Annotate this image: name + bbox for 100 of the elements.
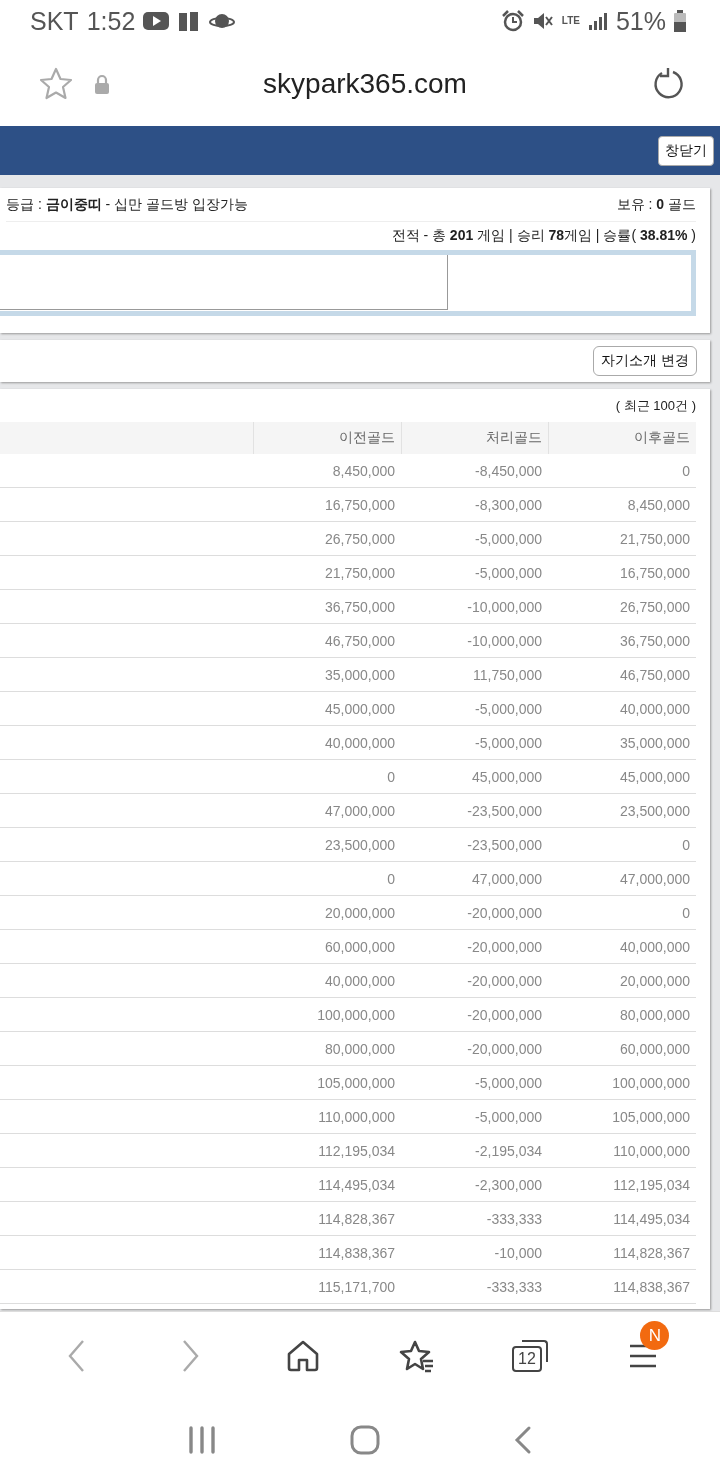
table-cell-text: 105,000,000 — [611, 1107, 691, 1127]
table-cell-text: -20,000,000 — [466, 971, 543, 991]
table-cell-text: 21,750,000 — [323, 563, 396, 583]
column-header: 이후골드 — [548, 422, 696, 454]
mute-icon — [531, 10, 554, 32]
table-cell-text: 80,000,000 — [323, 1039, 396, 1059]
holding-text: 보유 : 0 골드 — [616, 195, 696, 214]
table-cell-text: -333,333 — [485, 1277, 543, 1297]
table-cell-text: 110,000,000 — [317, 1107, 396, 1127]
table-cell-text: 45,000,000 — [470, 767, 543, 787]
reload-icon[interactable] — [652, 67, 686, 101]
table-cell-text: 35,000,000 — [323, 665, 396, 685]
table-cell-text: 40,000,000 — [618, 699, 691, 719]
table-cell-text: 16,750,000 — [323, 495, 396, 515]
table-cell-text: 60,000,000 — [323, 937, 396, 957]
table-cell-text: 60,000,000 — [618, 1039, 691, 1059]
table-cell-text: 35,000,000 — [618, 733, 691, 753]
table-cell-text: 23,500,000 — [618, 801, 691, 821]
table-cell-text: 0 — [681, 903, 691, 923]
recent-apps-icon[interactable] — [186, 1426, 217, 1454]
table-cell-text: 47,000,000 — [618, 869, 691, 889]
table-cell-text: -2,300,000 — [474, 1175, 543, 1195]
play-icon — [143, 11, 170, 31]
table-cell-text: -5,000,000 — [474, 563, 543, 583]
table-cell-text: 20,000,000 — [323, 903, 396, 923]
table-cell-text: -20,000,000 — [466, 937, 543, 957]
table-cell-text: 114,495,034 — [612, 1209, 691, 1229]
column-header: 처리골드 — [401, 422, 548, 454]
table-cell-text: 114,828,367 — [612, 1243, 691, 1263]
table-cell-text: -20,000,000 — [466, 903, 543, 923]
table-cell-text: -23,500,000 — [466, 801, 543, 821]
table-cell-text: 36,750,000 — [618, 631, 691, 651]
table-cell-text: -5,000,000 — [474, 1107, 543, 1127]
table-cell-text: 8,450,000 — [626, 495, 691, 515]
planet-icon — [209, 11, 236, 31]
bookmark-star-icon[interactable] — [38, 66, 74, 102]
table-cell-text: 8,450,000 — [331, 461, 396, 481]
table-cell-text: 110,000,000 — [612, 1141, 691, 1161]
table-cell-text: 45,000,000 — [618, 767, 691, 787]
table-cell-text: 40,000,000 — [323, 733, 396, 753]
signal-icon — [587, 11, 608, 31]
home-button-icon[interactable] — [350, 1425, 380, 1455]
lock-icon — [94, 74, 110, 94]
table-cell-text: 0 — [386, 869, 396, 889]
table-cell-text: 112,195,034 — [612, 1175, 691, 1195]
table-cell-text: 40,000,000 — [323, 971, 396, 991]
table-cell-text: -5,000,000 — [474, 1073, 543, 1093]
table-cell-text: 80,000,000 — [618, 1005, 691, 1025]
table-cell-text: 23,500,000 — [323, 835, 396, 855]
notification-badge: N — [640, 1321, 670, 1350]
battery-icon — [674, 10, 686, 32]
table-cell-text: 100,000,000 — [316, 1005, 396, 1025]
table-cell-text: 115,171,700 — [317, 1277, 396, 1297]
record-text: 전적 - 총 201 게임 | 승리 78게임 | 승률( 38.81% ) — [391, 227, 696, 245]
table-cell-text: 100,000,000 — [611, 1073, 691, 1093]
carrier-name: SKT — [30, 6, 79, 36]
table-cell-text: 0 — [681, 835, 691, 855]
table-cell-text: -23,500,000 — [466, 835, 543, 855]
network-type: LTE — [561, 16, 580, 26]
table-cell-text: 105,000,000 — [316, 1073, 396, 1093]
close-button[interactable]: 창닫기 — [658, 135, 714, 166]
table-cell-text: 21,750,000 — [618, 529, 691, 549]
table-cell-text: 26,750,000 — [323, 529, 396, 549]
column-header: 이전골드 — [253, 422, 401, 454]
edit-intro-button[interactable]: 자기소개 변경 — [593, 346, 697, 376]
table-cell-text: 114,495,034 — [317, 1175, 396, 1195]
table-cell-text: 0 — [386, 767, 396, 787]
table-cell-text: 45,000,000 — [323, 699, 396, 719]
table-cell-text: 11,750,000 — [471, 665, 543, 685]
star-list-icon[interactable] — [398, 1339, 435, 1373]
table-cell-text: -333,333 — [485, 1209, 543, 1229]
table-cell-text: -5,000,000 — [474, 733, 543, 753]
clock-time: 1:52 — [86, 6, 136, 36]
grade-text: 등급 : 금이중띠 - 십만 골드방 입장가능 — [6, 195, 248, 214]
table-cell-text: -2,195,034 — [474, 1141, 543, 1161]
history-caption: ( 최근 100건 ) — [615, 396, 696, 415]
table-cell-text: -10,000,000 — [466, 631, 543, 651]
table-cell-text: 47,000,000 — [470, 869, 543, 889]
table-cell-text: -8,450,000 — [474, 461, 543, 481]
table-cell-text: -8,300,000 — [474, 495, 543, 515]
url-text[interactable]: skypark365.com — [110, 68, 620, 100]
table-cell-text: 40,000,000 — [618, 937, 691, 957]
alarm-icon — [501, 10, 524, 32]
table-cell-text: 16,750,000 — [618, 563, 691, 583]
battery-percent: 51% — [615, 6, 666, 36]
table-cell-text: 112,195,034 — [317, 1141, 396, 1161]
home-icon[interactable] — [286, 1339, 321, 1373]
table-cell-text: 20,000,000 — [618, 971, 691, 991]
table-cell-text: -5,000,000 — [474, 699, 543, 719]
table-cell-text: -20,000,000 — [466, 1039, 543, 1059]
table-cell-text: 46,750,000 — [618, 665, 691, 685]
table-cell-text: 114,828,367 — [317, 1209, 396, 1229]
table-cell-text: 26,750,000 — [618, 597, 691, 617]
table-cell-text: 46,750,000 — [323, 631, 396, 651]
table-cell-text: 114,838,367 — [317, 1243, 396, 1263]
table-cell-text: 36,750,000 — [323, 597, 396, 617]
table-cell-text: 47,000,000 — [323, 801, 396, 821]
table-cell-text: 0 — [681, 461, 691, 481]
table-cell-text: -20,000,000 — [466, 1005, 543, 1025]
table-cell-text: -5,000,000 — [474, 529, 543, 549]
